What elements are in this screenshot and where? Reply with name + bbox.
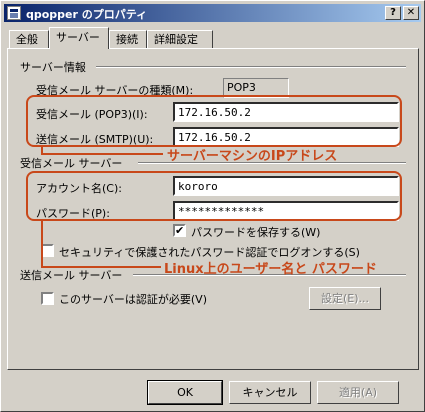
help-button[interactable]: ?	[385, 6, 401, 20]
auth-required-label: このサーバーは認証が必要(V)	[59, 293, 207, 306]
ip-annotation-box	[26, 95, 402, 147]
mail-account-icon	[7, 6, 21, 20]
title-bar: qpopper のプロパティ ? ✕	[4, 4, 421, 22]
ip-annotation-text: サーバーマシンのIPアドレス	[167, 149, 338, 164]
credentials-annotation-text: Linux上のユーザー名と パスワード	[164, 262, 377, 277]
apply-button[interactable]: 適用(A)	[317, 381, 399, 404]
cancel-button[interactable]: キャンセル	[229, 381, 311, 404]
settings-button[interactable]: 設定(E)...	[309, 287, 381, 310]
incoming-group-label: 受信メール サーバー	[20, 157, 123, 170]
server-info-group-label: サーバー情報	[20, 61, 86, 74]
credentials-annotation-box	[26, 171, 402, 221]
annotation-connector	[41, 266, 161, 268]
outgoing-group-label: 送信メール サーバー	[20, 269, 123, 282]
properties-dialog: qpopper のプロパティ ? ✕ 全般 サーバー 接続 詳細設定 サーバー情…	[0, 0, 425, 412]
tab-general[interactable]: 全般	[9, 30, 49, 48]
close-button[interactable]: ✕	[403, 6, 419, 20]
tab-connection[interactable]: 接続	[109, 30, 147, 48]
remember-password-label: パスワードを保存する(W)	[191, 226, 321, 239]
tab-server[interactable]: サーバー	[49, 27, 109, 49]
annotation-connector	[41, 153, 163, 155]
window-title: qpopper のプロパティ	[26, 8, 148, 21]
annotation-connector	[41, 220, 43, 268]
ok-button[interactable]: OK	[147, 380, 223, 405]
tab-advanced[interactable]: 詳細設定	[147, 30, 213, 48]
auth-required-checkbox[interactable]	[41, 292, 54, 305]
group-divider	[96, 66, 406, 68]
checkmark-icon: ✔	[175, 224, 185, 237]
remember-password-checkbox[interactable]: ✔	[173, 224, 186, 237]
